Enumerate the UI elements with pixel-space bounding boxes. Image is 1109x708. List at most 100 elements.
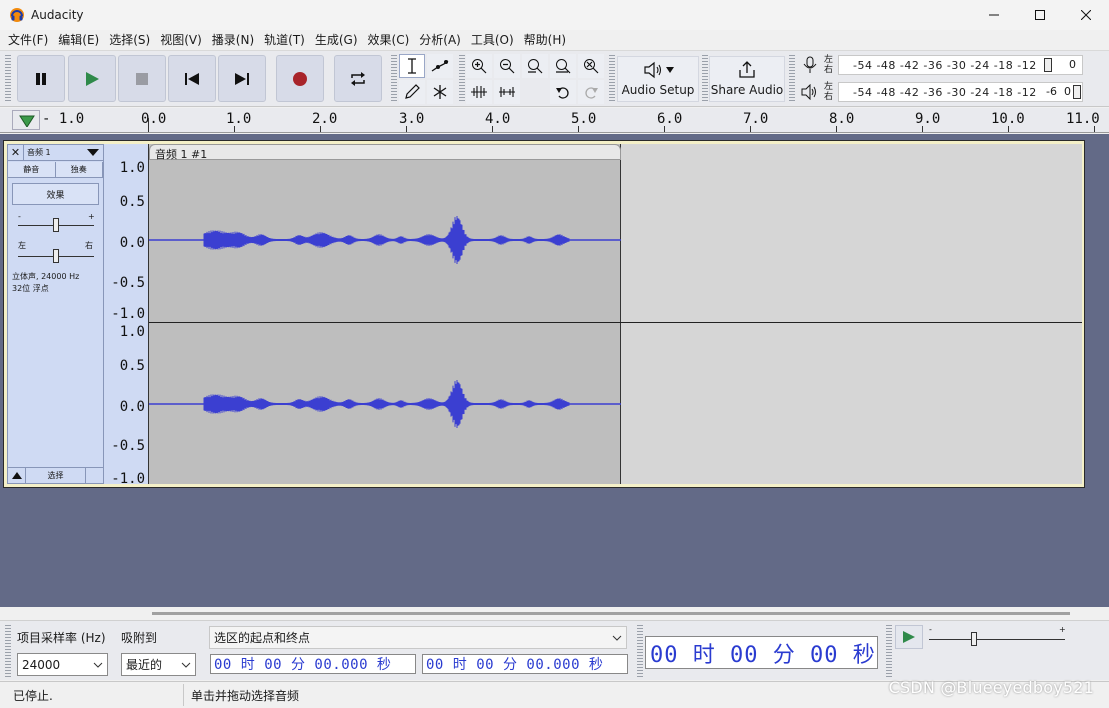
stop-button[interactable]: [118, 55, 166, 102]
minimize-button[interactable]: [971, 0, 1017, 30]
menu-help[interactable]: 帮助(H): [519, 30, 571, 50]
vruler-label: -1.0: [111, 471, 145, 487]
meter-toolbar-grip[interactable]: [789, 55, 795, 103]
vruler-label: 0.5: [119, 358, 145, 374]
maximize-button[interactable]: [1017, 0, 1063, 30]
selection-end-value: 00 时 00 分 00.000 秒: [426, 657, 604, 673]
play-at-speed-grip[interactable]: [886, 625, 892, 677]
multi-tool[interactable]: [427, 80, 453, 104]
menu-tools[interactable]: 工具(O): [466, 30, 519, 50]
menu-select[interactable]: 选择(S): [104, 30, 155, 50]
selection-start-time[interactable]: 00 时 00 分 00.000 秒: [210, 654, 416, 674]
trim-audio-button[interactable]: [466, 80, 492, 104]
transport-toolbar-grip[interactable]: [5, 55, 11, 103]
effects-button[interactable]: 效果: [12, 183, 99, 205]
pause-button[interactable]: [17, 55, 65, 102]
maximize-icon: [1035, 10, 1045, 20]
ruler-tick: [922, 126, 923, 132]
mute-button[interactable]: 静音: [8, 162, 56, 178]
vertical-ruler[interactable]: 1.0 0.5 0.0 -0.5 -1.0 1.0 0.5 0.0 -0.5 -…: [104, 144, 149, 487]
menu-transport[interactable]: 播录(N): [207, 30, 259, 50]
record-meter-scale[interactable]: -54 -48 -42 -36 -30 -24 -18 -12 0: [838, 55, 1083, 75]
ruler-label: 10.0: [991, 111, 1025, 127]
gain-slider[interactable]: [53, 218, 59, 232]
rate-toolbar-grip[interactable]: [5, 625, 11, 677]
audio-setup-button[interactable]: Audio Setup: [617, 56, 699, 102]
menu-effect[interactable]: 效果(C): [363, 30, 415, 50]
audio-setup-grip[interactable]: [609, 55, 615, 103]
play-button[interactable]: [68, 55, 116, 102]
collapse-track-button[interactable]: [8, 468, 26, 483]
playback-volume-slider[interactable]: [1073, 85, 1081, 99]
menu-bar: 文件(F) 编辑(E) 选择(S) 视图(V) 播录(N) 轨道(T) 生成(G…: [0, 30, 1109, 50]
horizontal-scrollbar[interactable]: [152, 612, 1070, 615]
fit-project-button[interactable]: [550, 54, 576, 78]
track-close-button[interactable]: ✕: [8, 144, 24, 161]
tools-toolbar-grip[interactable]: [391, 55, 397, 103]
ruler-label: 3.0: [399, 111, 425, 127]
redo-icon: [585, 87, 598, 99]
track-name[interactable]: 音频 1: [24, 147, 87, 158]
time-toolbar-grip[interactable]: [637, 625, 643, 677]
track-control-panel[interactable]: ✕ 音频 1 静音 独奏 效果 - + 左 右 立体声, 24000 Hz 32…: [7, 144, 104, 484]
project-rate-value: 24000: [22, 657, 61, 672]
skip-to-end-button[interactable]: [218, 55, 266, 102]
waveform-area[interactable]: 音频 1 #1: [149, 144, 1082, 484]
loop-button[interactable]: [334, 55, 382, 102]
fit-selection-button[interactable]: [522, 54, 548, 78]
menu-file[interactable]: 文件(F): [3, 30, 53, 50]
menu-generate[interactable]: 生成(G): [310, 30, 363, 50]
share-audio-button[interactable]: Share Audio: [709, 56, 785, 102]
snap-to-combo[interactable]: 最近的: [121, 653, 196, 676]
zoom-selection-icon: [528, 59, 543, 74]
zoom-out-button[interactable]: [494, 54, 520, 78]
timeline-ruler[interactable]: - 1.0 0.0 1.0 2.0 3.0 4.0 5.0 6.0 7.0 8.…: [0, 108, 1109, 133]
undo-button[interactable]: [550, 80, 576, 104]
play-head-button[interactable]: [12, 110, 40, 130]
menu-tracks[interactable]: 轨道(T): [259, 30, 310, 50]
pause-icon: [36, 72, 46, 85]
pan-slider[interactable]: [53, 249, 59, 263]
track-menu-arrow-icon[interactable]: [87, 148, 99, 157]
audio-track[interactable]: ✕ 音频 1 静音 独奏 效果 - + 左 右 立体声, 24000 Hz 32…: [3, 140, 1085, 488]
ruler-tick: [664, 126, 665, 132]
snap-to-label: 吸附到: [121, 631, 158, 645]
zoom-toggle-button[interactable]: [578, 54, 604, 78]
audio-clip[interactable]: 音频 1 #1: [149, 144, 621, 484]
record-button[interactable]: [276, 55, 324, 102]
menu-view[interactable]: 视图(V): [155, 30, 207, 50]
close-button[interactable]: [1063, 0, 1109, 30]
draw-tool[interactable]: [399, 80, 425, 104]
selection-tool[interactable]: [399, 54, 425, 78]
playback-meter-end: -6 0: [1046, 85, 1071, 98]
selection-end-time[interactable]: 00 时 00 分 00.000 秒: [422, 654, 628, 674]
speed-slider[interactable]: [971, 632, 977, 646]
audio-position-display[interactable]: 00 时 00 分 00 秒: [645, 636, 878, 669]
solo-button[interactable]: 独奏: [55, 162, 103, 178]
skip-to-start-button[interactable]: [168, 55, 216, 102]
envelope-tool[interactable]: [427, 54, 453, 78]
redo-button[interactable]: [578, 80, 604, 104]
playback-meter[interactable]: 左 右 -54 -48 -42 -36 -30 -24 -18 -12 -6 0: [796, 80, 1086, 104]
ruler-label: 7.0: [743, 111, 769, 127]
menu-analyze[interactable]: 分析(A): [414, 30, 466, 50]
speed-minus-label: -: [929, 625, 932, 634]
play-at-speed-button[interactable]: [895, 625, 923, 649]
menu-edit[interactable]: 编辑(E): [53, 30, 104, 50]
edit-toolbar-grip[interactable]: [459, 55, 465, 103]
zoom-out-icon: [500, 59, 515, 74]
vruler-label: 1.0: [119, 160, 145, 176]
silence-audio-button[interactable]: [494, 80, 520, 104]
track-panel[interactable]: ✕ 音频 1 静音 独奏 效果 - + 左 右 立体声, 24000 Hz 32…: [0, 134, 1109, 607]
record-volume-slider[interactable]: [1044, 58, 1052, 72]
playback-meter-scale[interactable]: -54 -48 -42 -36 -30 -24 -18 -12 -6 0: [838, 82, 1083, 102]
selection-mode-combo[interactable]: 选区的起点和终点: [209, 626, 627, 649]
record-meter[interactable]: 左 右 -54 -48 -42 -36 -30 -24 -18 -12 0: [796, 53, 1086, 77]
select-track-button[interactable]: 选择: [26, 468, 86, 483]
microphone-icon: [803, 56, 817, 73]
share-audio-grip[interactable]: [702, 55, 708, 103]
zoom-fit-icon: [556, 59, 571, 74]
zoom-in-button[interactable]: [466, 54, 492, 78]
project-rate-label: 项目采样率 (Hz): [17, 631, 106, 645]
project-rate-combo[interactable]: 24000: [17, 653, 108, 676]
